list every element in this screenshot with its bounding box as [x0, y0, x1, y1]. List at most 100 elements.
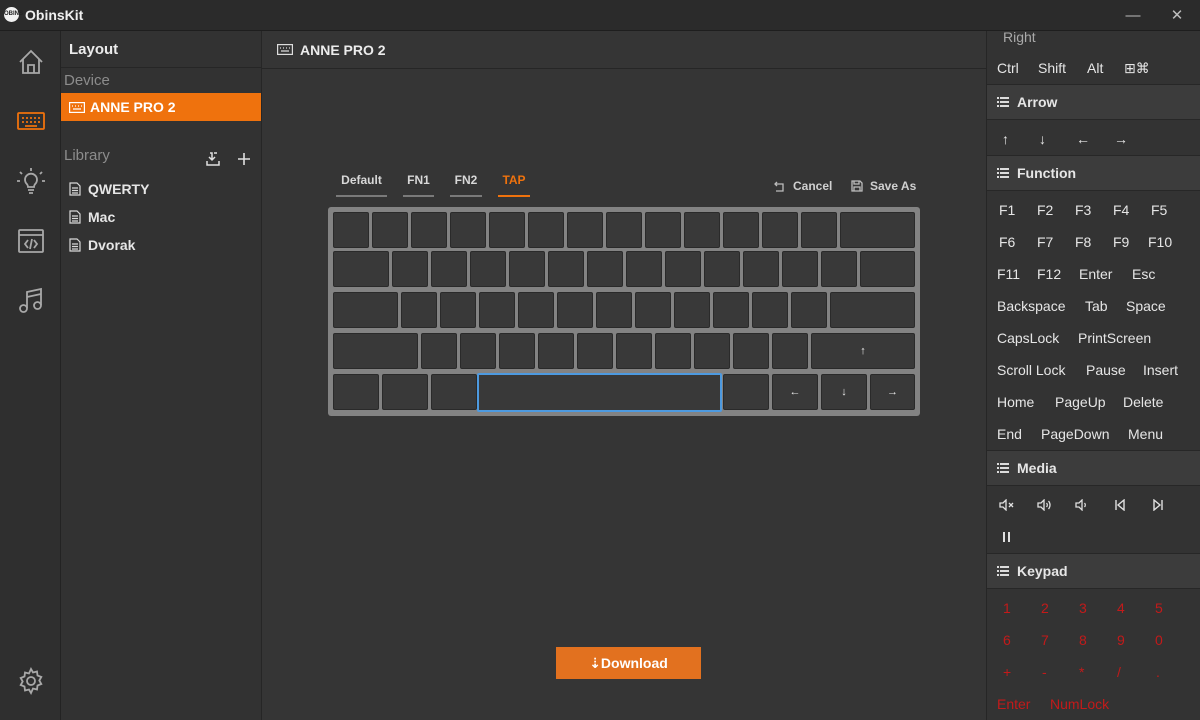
add-layout-button[interactable]	[234, 149, 254, 169]
palette-key-capslock[interactable]: CapsLock	[997, 329, 1059, 347]
key[interactable]	[596, 292, 632, 328]
palette-key-shift[interactable]: Shift	[1038, 59, 1066, 77]
keypad-key-6[interactable]: 6	[1003, 631, 1011, 649]
key[interactable]	[840, 212, 915, 248]
palette-key-scroll-lock[interactable]: Scroll Lock	[997, 361, 1065, 379]
keypad-key-7[interactable]: 7	[1041, 631, 1049, 649]
palette-key-f4[interactable]: F4	[1113, 201, 1129, 219]
key[interactable]	[821, 251, 857, 287]
key[interactable]	[333, 212, 369, 248]
keyboard-icon[interactable]	[14, 104, 47, 137]
keypad-key-decimal[interactable]: .	[1156, 663, 1160, 681]
key[interactable]	[567, 212, 603, 248]
key[interactable]	[655, 333, 691, 369]
library-item-qwerty[interactable]: QWERTY	[69, 178, 149, 200]
arrow-section-header[interactable]: Arrow	[987, 84, 1200, 120]
palette-key-esc[interactable]: Esc	[1132, 265, 1155, 283]
key[interactable]	[743, 251, 779, 287]
palette-key-pause[interactable]: Pause	[1086, 361, 1126, 379]
key[interactable]	[752, 292, 788, 328]
key[interactable]	[704, 251, 740, 287]
key[interactable]	[460, 333, 496, 369]
palette-key-left[interactable]: ←	[1076, 130, 1090, 148]
palette-key-space[interactable]: Space	[1126, 297, 1166, 315]
play-pause-icon[interactable]	[1002, 529, 1012, 547]
palette-key-f11[interactable]: F11	[997, 265, 1020, 283]
key[interactable]	[830, 292, 915, 328]
palette-key-tab[interactable]: Tab	[1085, 297, 1108, 315]
palette-key-up[interactable]: ↑	[1002, 130, 1009, 148]
key[interactable]	[431, 251, 467, 287]
key[interactable]	[723, 374, 769, 410]
palette-key-f10[interactable]: F10	[1148, 233, 1172, 251]
cancel-button[interactable]: Cancel	[774, 179, 832, 193]
key[interactable]	[635, 292, 671, 328]
key-up-arrow[interactable]: ↑	[811, 333, 915, 369]
key[interactable]	[723, 212, 759, 248]
save-as-button[interactable]: Save As	[851, 179, 916, 193]
key-right-arrow[interactable]: →	[870, 374, 915, 410]
keypad-key-multiply[interactable]: *	[1079, 663, 1084, 681]
keypad-key-numlock[interactable]: NumLock	[1050, 695, 1109, 713]
key[interactable]	[392, 251, 428, 287]
key[interactable]	[528, 212, 564, 248]
keypad-key-3[interactable]: 3	[1079, 599, 1087, 617]
palette-key-end[interactable]: End	[997, 425, 1022, 443]
key[interactable]	[333, 374, 379, 410]
code-icon[interactable]	[14, 224, 47, 257]
key[interactable]	[616, 333, 652, 369]
palette-key-home[interactable]: Home	[997, 393, 1034, 411]
tab-fn1[interactable]: FN1	[403, 173, 434, 197]
palette-key-f8[interactable]: F8	[1075, 233, 1091, 251]
palette-key-f2[interactable]: F2	[1037, 201, 1053, 219]
key[interactable]	[587, 251, 623, 287]
palette-key-pagedown[interactable]: PageDown	[1041, 425, 1110, 443]
device-item-anne-pro-2[interactable]: ANNE PRO 2	[61, 93, 261, 121]
palette-key-ctrl[interactable]: Ctrl	[997, 59, 1019, 77]
key[interactable]	[538, 333, 574, 369]
key[interactable]	[713, 292, 749, 328]
palette-key-f12[interactable]: F12	[1037, 265, 1061, 283]
palette-key-insert[interactable]: Insert	[1143, 361, 1178, 379]
lightbulb-icon[interactable]	[14, 164, 47, 197]
keypad-key-4[interactable]: 4	[1117, 599, 1125, 617]
palette-key-f7[interactable]: F7	[1037, 233, 1053, 251]
keypad-key-enter[interactable]: Enter	[997, 695, 1030, 713]
key[interactable]	[801, 212, 837, 248]
key[interactable]	[382, 374, 428, 410]
library-item-dvorak[interactable]: Dvorak	[69, 234, 135, 256]
key[interactable]	[684, 212, 720, 248]
palette-key-f1[interactable]: F1	[999, 201, 1015, 219]
next-track-icon[interactable]	[1152, 497, 1164, 515]
media-section-header[interactable]: Media	[987, 450, 1200, 486]
key[interactable]	[333, 292, 398, 328]
palette-key-enter[interactable]: Enter	[1079, 265, 1112, 283]
key-space-selected[interactable]	[477, 373, 722, 412]
tab-fn2[interactable]: FN2	[450, 173, 482, 197]
key[interactable]	[860, 251, 915, 287]
volume-up-icon[interactable]	[1037, 497, 1053, 515]
key[interactable]	[674, 292, 710, 328]
key[interactable]	[479, 292, 515, 328]
palette-key-f3[interactable]: F3	[1075, 201, 1091, 219]
key[interactable]	[431, 374, 477, 410]
palette-key-pageup[interactable]: PageUp	[1055, 393, 1106, 411]
mute-icon[interactable]	[999, 497, 1015, 515]
palette-key-backspace[interactable]: Backspace	[997, 297, 1065, 315]
key[interactable]	[548, 251, 584, 287]
keypad-key-5[interactable]: 5	[1155, 599, 1163, 617]
key[interactable]	[791, 292, 827, 328]
keypad-key-9[interactable]: 9	[1117, 631, 1125, 649]
keypad-key-1[interactable]: 1	[1003, 599, 1011, 617]
palette-key-f6[interactable]: F6	[999, 233, 1015, 251]
keypad-key-minus[interactable]: -	[1042, 663, 1047, 681]
key[interactable]	[411, 212, 447, 248]
keypad-key-plus[interactable]: +	[1003, 663, 1011, 681]
previous-track-icon[interactable]	[1114, 497, 1126, 515]
palette-key-delete[interactable]: Delete	[1123, 393, 1163, 411]
keypad-key-0[interactable]: 0	[1155, 631, 1163, 649]
key[interactable]	[694, 333, 730, 369]
key[interactable]	[762, 212, 798, 248]
volume-down-icon[interactable]	[1075, 497, 1091, 515]
tab-tap[interactable]: TAP	[498, 173, 530, 197]
